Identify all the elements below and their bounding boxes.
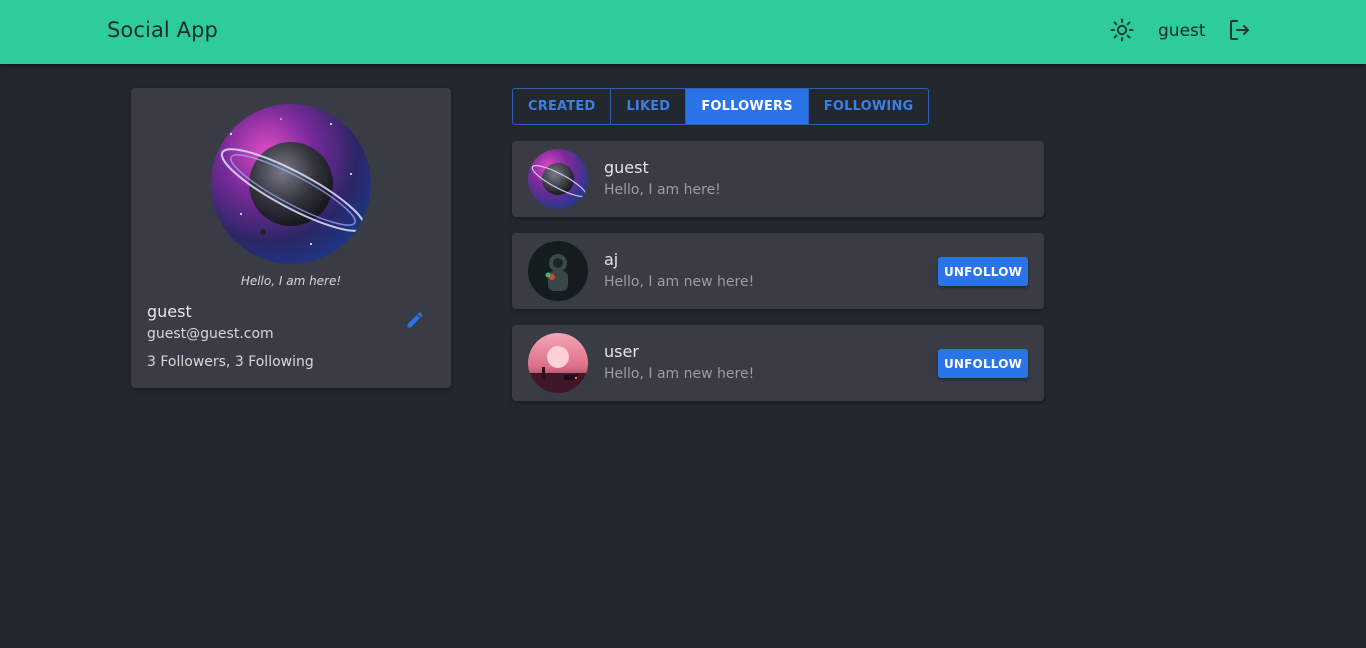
- logout-button[interactable]: [1225, 18, 1253, 46]
- edit-profile-button[interactable]: [403, 310, 427, 334]
- profile-tabs: CREATED LIKED FOLLOWERS FOLLOWING: [512, 88, 930, 125]
- app-title[interactable]: Social App: [107, 18, 218, 42]
- user-row[interactable]: aj Hello, I am new here! UNFOLLOW: [512, 233, 1044, 309]
- profile-avatar: [211, 104, 371, 264]
- theme-toggle-button[interactable]: [1108, 18, 1136, 46]
- user-name[interactable]: user: [604, 342, 639, 361]
- user-avatar[interactable]: [528, 149, 588, 209]
- user-row[interactable]: user Hello, I am new here! UNFOLLOW: [512, 325, 1044, 401]
- unfollow-button[interactable]: UNFOLLOW: [938, 349, 1028, 378]
- profile-bio: Hello, I am here!: [240, 274, 342, 288]
- tab-liked[interactable]: LIKED: [611, 89, 687, 124]
- nav-username[interactable]: guest: [1158, 21, 1206, 41]
- profile-follow-stats: 3 Followers, 3 Following: [147, 354, 314, 370]
- user-bio: Hello, I am here!: [604, 182, 721, 198]
- tab-created[interactable]: CREATED: [513, 89, 612, 124]
- user-name[interactable]: guest: [604, 158, 649, 177]
- tab-followers[interactable]: FOLLOWERS: [686, 89, 809, 124]
- sun-icon: [1110, 18, 1134, 46]
- user-row[interactable]: guest Hello, I am here!: [512, 141, 1044, 217]
- tab-following[interactable]: FOLLOWING: [809, 89, 929, 124]
- pencil-icon: [405, 310, 425, 334]
- top-app-bar: Social App guest: [0, 0, 1366, 64]
- user-avatar[interactable]: [528, 333, 588, 393]
- profile-card: Hello, I am here! guest guest@guest.com …: [131, 88, 451, 388]
- user-avatar[interactable]: [528, 241, 588, 301]
- unfollow-button[interactable]: UNFOLLOW: [938, 257, 1028, 286]
- profile-email: guest@guest.com: [147, 326, 274, 342]
- logout-icon: [1227, 18, 1251, 46]
- user-bio: Hello, I am new here!: [604, 274, 755, 290]
- user-name[interactable]: aj: [604, 250, 618, 269]
- user-bio: Hello, I am new here!: [604, 366, 755, 382]
- profile-name: guest: [147, 302, 192, 321]
